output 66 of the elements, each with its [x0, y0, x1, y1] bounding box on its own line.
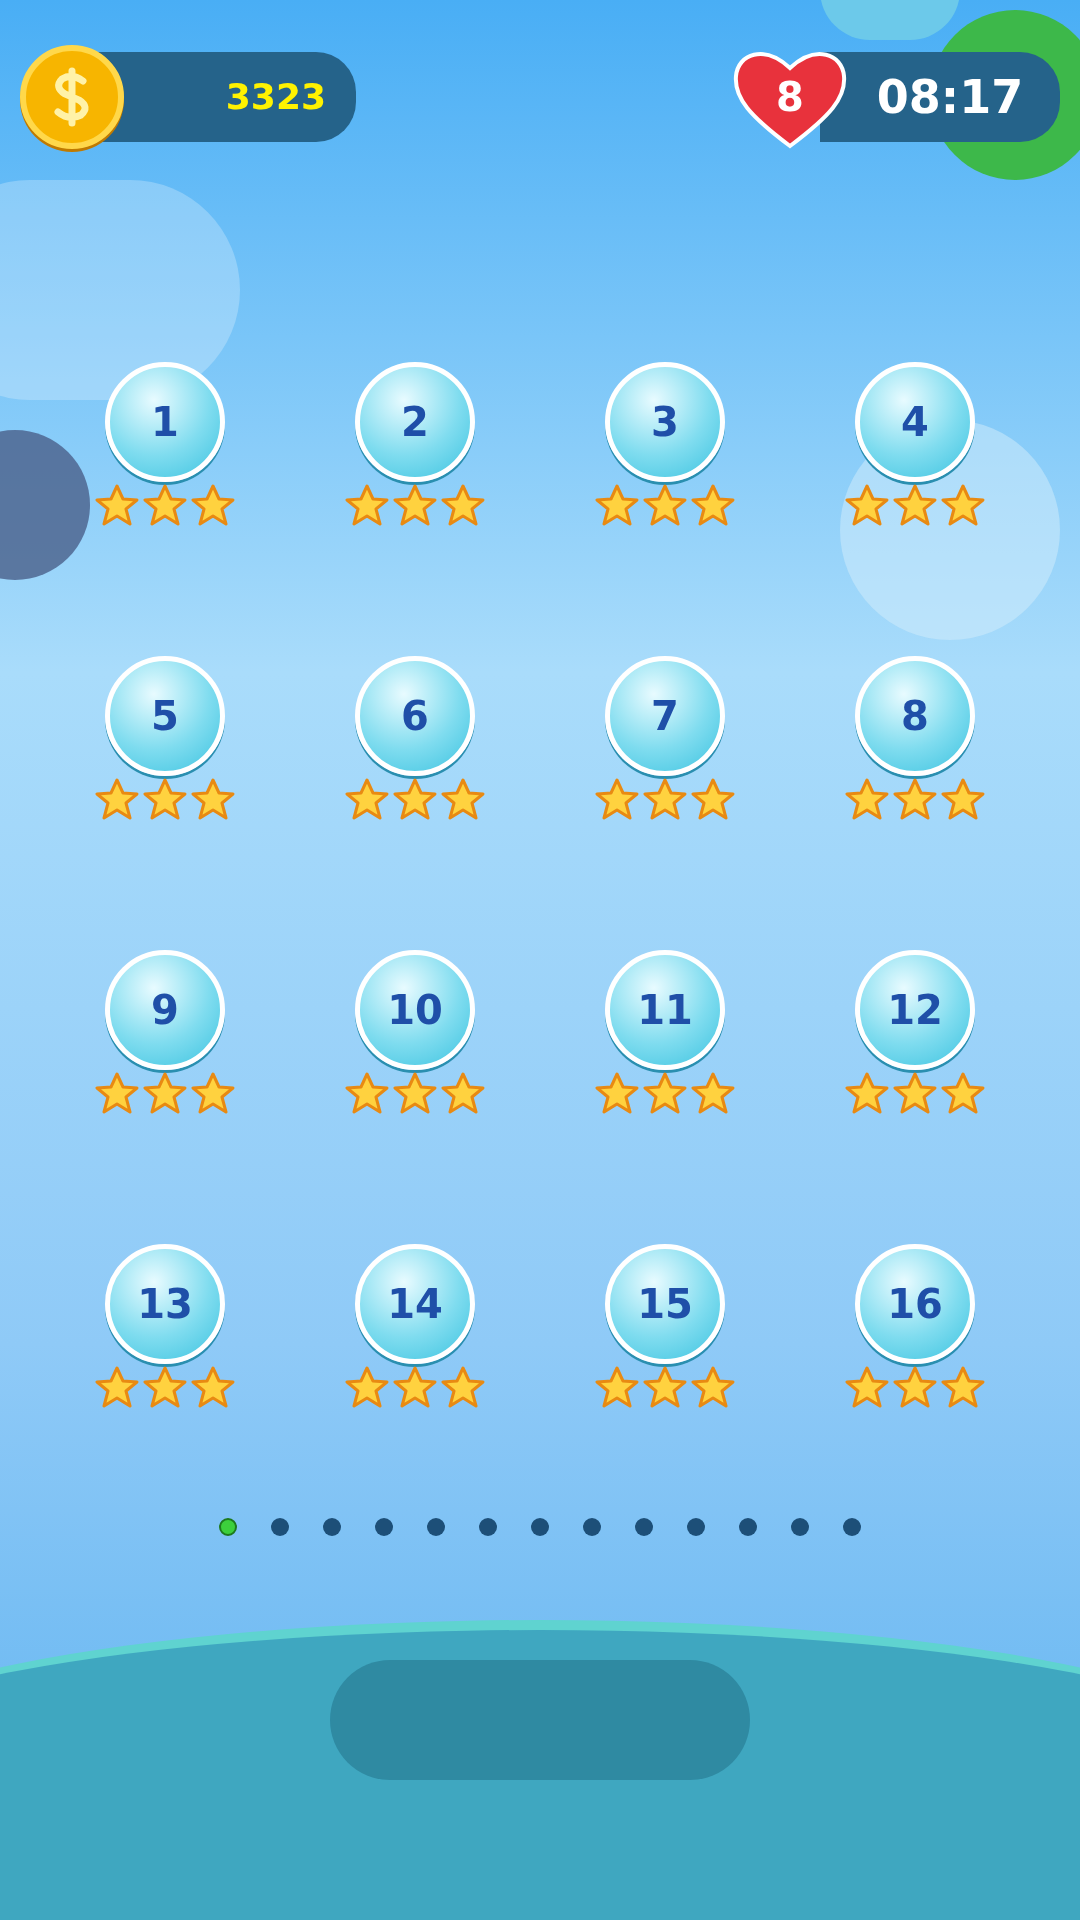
star-icon [893, 1072, 937, 1114]
star-icon [643, 1366, 687, 1408]
star-icon [393, 1366, 437, 1408]
level-bubble[interactable]: 12 [855, 950, 975, 1070]
star-icon [345, 778, 389, 820]
star-icon [95, 1072, 139, 1114]
star-icon [191, 778, 235, 820]
star-icon [595, 1366, 639, 1408]
star-icon [691, 1366, 735, 1408]
star-icon [393, 484, 437, 526]
star-icon [441, 1366, 485, 1408]
star-icon [95, 1366, 139, 1408]
star-icon [595, 484, 639, 526]
star-icon [643, 484, 687, 526]
star-icon [893, 484, 937, 526]
star-icon [941, 1072, 985, 1114]
star-icon [95, 778, 139, 820]
star-icon [691, 484, 735, 526]
lives-timer: 08:17 [820, 52, 1060, 142]
star-icon [441, 1072, 485, 1114]
level-bubble[interactable]: 16 [855, 1244, 975, 1364]
star-icon [595, 1072, 639, 1114]
star-icon [941, 778, 985, 820]
level-bubble[interactable]: 7 [605, 656, 725, 776]
star-icon [191, 484, 235, 526]
star-icon [893, 1366, 937, 1408]
level-bubble[interactable]: 2 [355, 362, 475, 482]
level-bubble[interactable]: 5 [105, 656, 225, 776]
level-bubble[interactable]: 15 [605, 1244, 725, 1364]
star-icon [595, 778, 639, 820]
level-bubble[interactable]: 8 [855, 656, 975, 776]
star-icon [441, 484, 485, 526]
star-icon [845, 484, 889, 526]
star-icon [643, 778, 687, 820]
star-icon [393, 778, 437, 820]
level-bubble[interactable]: 13 [105, 1244, 225, 1364]
star-icon [691, 1072, 735, 1114]
star-icon [345, 1072, 389, 1114]
lives-count: 8 [776, 73, 804, 122]
level-bubble[interactable]: 6 [355, 656, 475, 776]
star-icon [941, 1366, 985, 1408]
level-bubble[interactable]: 3 [605, 362, 725, 482]
star-icon [143, 1366, 187, 1408]
star-icon [893, 778, 937, 820]
star-icon [845, 1072, 889, 1114]
star-icon [845, 1366, 889, 1408]
level-bubble[interactable]: 9 [105, 950, 225, 1070]
star-icon [345, 1366, 389, 1408]
level-bubble[interactable]: 11 [605, 950, 725, 1070]
star-icon [393, 1072, 437, 1114]
star-icon [143, 484, 187, 526]
star-icon [941, 484, 985, 526]
level-bubble[interactable]: 10 [355, 950, 475, 1070]
star-icon [643, 1072, 687, 1114]
star-icon [441, 778, 485, 820]
star-icon [191, 1072, 235, 1114]
level-bubble[interactable]: 1 [105, 362, 225, 482]
star-icon [191, 1366, 235, 1408]
star-icon [143, 778, 187, 820]
level-bubble[interactable]: 4 [855, 362, 975, 482]
level-bubble[interactable]: 14 [355, 1244, 475, 1364]
star-icon [345, 484, 389, 526]
star-icon [143, 1072, 187, 1114]
star-icon [95, 484, 139, 526]
star-icon [845, 778, 889, 820]
star-icon [691, 778, 735, 820]
